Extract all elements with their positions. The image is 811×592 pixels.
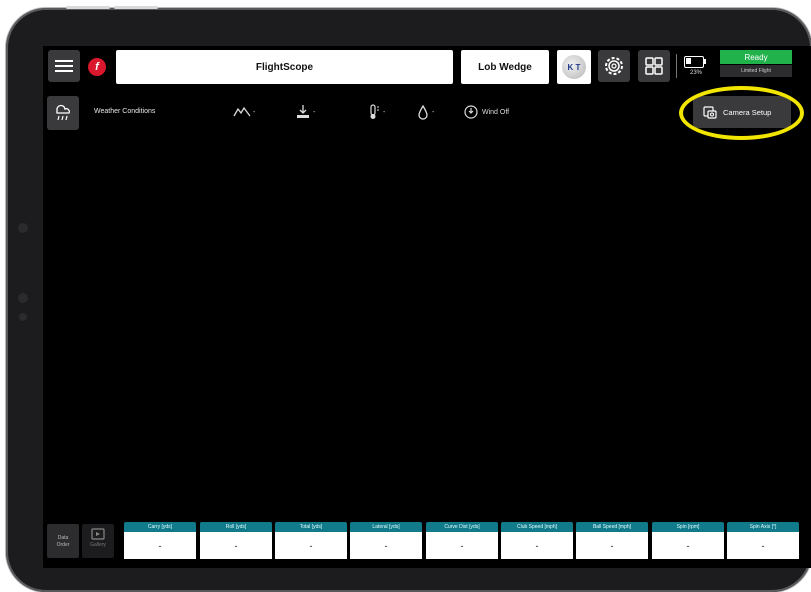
menu-icon-line [55, 65, 73, 67]
metric-header: Roll [yds] [200, 522, 272, 532]
metric-tile: Curve Dist [yds] - [426, 522, 498, 560]
wind-readout: Wind Off [464, 102, 509, 122]
metric-value: - [426, 532, 498, 559]
humidity-value: - [432, 108, 435, 116]
menu-icon-line [55, 60, 73, 62]
weather-button[interactable] [47, 96, 79, 130]
grid-layout-icon [645, 57, 663, 75]
side-sensor [18, 223, 28, 233]
metric-tile: Ball Speed [mph] - [576, 522, 648, 560]
battery-percent: 23% [689, 70, 702, 76]
avatar-initials: K T [562, 55, 586, 79]
session-title-text: FlightScope [255, 61, 314, 73]
metric-header: Total [yds] [275, 522, 347, 532]
gallery-icon [91, 528, 105, 540]
gallery-label: Gallery [90, 542, 106, 548]
status-subtext: Limited Flight [720, 65, 792, 77]
club-selector[interactable]: Lob Wedge [461, 50, 549, 84]
weather-icon [56, 104, 70, 121]
metric-value: - [501, 532, 573, 559]
gallery-button[interactable]: Gallery [82, 524, 114, 558]
battery-tip [704, 59, 706, 64]
tablet-frame: f FlightScope Lob Wedge K T 23% Ready Li… [6, 6, 811, 592]
metric-header: Carry [yds] [124, 522, 196, 532]
temperature-readout: - [367, 102, 385, 122]
metric-tile: Carry [yds] - [124, 522, 196, 560]
pressure-readout: - [295, 102, 315, 122]
app-screen: f FlightScope Lob Wedge K T 23% Ready Li… [43, 46, 811, 568]
side-sensor-3 [19, 313, 27, 321]
flightscope-logo-icon: f [88, 58, 106, 76]
metric-value: - [727, 532, 799, 559]
wind-value: Wind Off [482, 108, 510, 116]
settings-gear-icon [605, 57, 623, 75]
settings-button[interactable] [598, 50, 630, 82]
battery-level [686, 58, 691, 64]
metric-header: Ball Speed [mph] [576, 522, 648, 532]
pressure-value: - [313, 108, 316, 116]
metric-header: Curve Dist [yds] [426, 522, 498, 532]
club-label: Lob Wedge [478, 61, 532, 73]
temperature-value: - [383, 108, 386, 116]
metric-header: Spin Axis [°] [727, 522, 799, 532]
side-sensor-2 [18, 293, 28, 303]
top-button-1 [66, 6, 110, 9]
data-order-button[interactable]: Data Order [47, 524, 79, 558]
humidity-readout: - [416, 102, 434, 122]
metric-tile: Lateral [yds] - [350, 522, 422, 560]
metric-tile: Club Speed [mph] - [501, 522, 573, 560]
player-avatar[interactable]: K T [557, 50, 591, 84]
humidity-icon [418, 104, 428, 120]
top-button-2 [114, 6, 158, 9]
metric-tile: Total [yds] - [275, 522, 347, 560]
metric-value: - [576, 532, 648, 559]
menu-icon-line [55, 70, 73, 72]
metric-tile: Spin [rpm] - [652, 522, 724, 560]
battery-icon [684, 56, 706, 68]
camera-setup-highlight-circle [679, 86, 804, 140]
session-title[interactable]: FlightScope [116, 50, 453, 84]
layout-button[interactable] [638, 50, 670, 82]
menu-button[interactable] [48, 50, 80, 82]
wind-icon [464, 105, 478, 119]
temperature-icon [370, 104, 379, 119]
metric-value: - [200, 532, 272, 559]
metric-header: Lateral [yds] [350, 522, 422, 532]
metric-value: - [350, 532, 422, 559]
altitude-icon [233, 106, 251, 117]
toolbar-divider [676, 54, 677, 78]
altitude-readout: - [233, 102, 255, 122]
metric-value: - [124, 532, 196, 559]
metric-tile: Roll [yds] - [200, 522, 272, 560]
metric-value: - [652, 532, 724, 559]
metric-header: Spin [rpm] [652, 522, 724, 532]
altitude-value: - [253, 108, 256, 116]
metric-header: Club Speed [mph] [501, 522, 573, 532]
weather-conditions-label: Weather Conditions [94, 108, 156, 115]
metric-value: - [275, 532, 347, 559]
pressure-icon [297, 105, 309, 118]
metric-tile: Spin Axis [°] - [727, 522, 799, 560]
data-order-label: Data Order [56, 535, 70, 548]
status-badge: Ready [720, 50, 792, 64]
